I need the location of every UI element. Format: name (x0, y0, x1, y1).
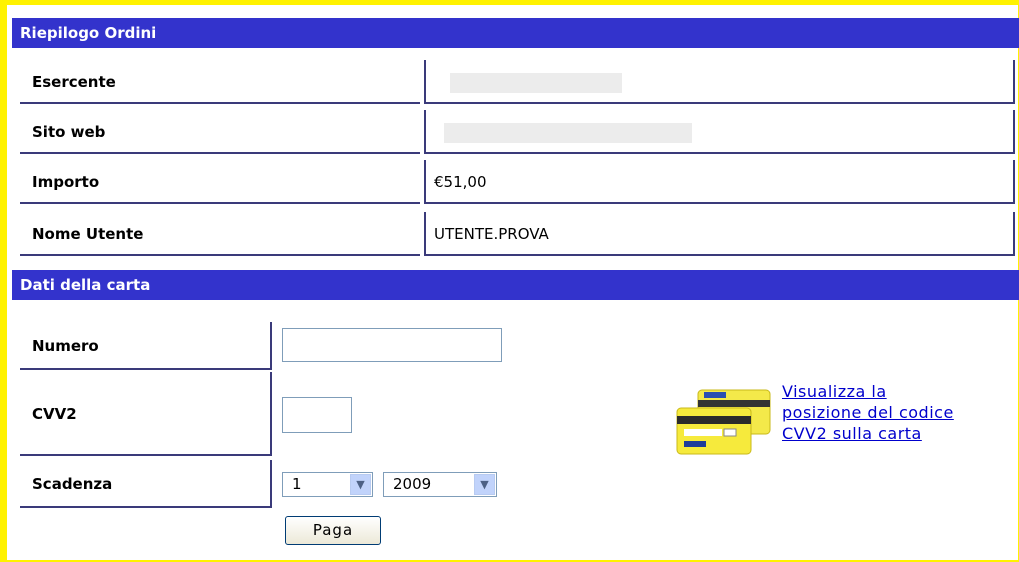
numero-label: Numero (20, 322, 272, 370)
esercente-value (424, 60, 1015, 104)
nome-utente-value: UTENTE.PROVA (424, 212, 1015, 256)
esercente-label: Esercente (20, 60, 420, 104)
year-selected: 2009 (393, 475, 432, 493)
cvv2-label: CVV2 (20, 372, 272, 456)
row-importo: Importo €51,00 (12, 160, 1017, 206)
sito-web-label: Sito web (20, 110, 420, 154)
row-nome-utente: Nome Utente UTENTE.PROVA (12, 212, 1017, 258)
cvv2-link-line-3[interactable]: CVV2 sulla carta (782, 424, 922, 443)
paga-button[interactable]: Paga (285, 516, 381, 545)
credit-card-icon (676, 389, 771, 455)
cvv2-link-line-1[interactable]: Visualizza la (782, 382, 887, 401)
redacted-sito-web (444, 122, 692, 143)
row-esercente: Esercente (12, 60, 1017, 106)
chevron-down-icon[interactable]: ▼ (350, 474, 371, 495)
year-select[interactable]: 2009 ▼ (383, 472, 497, 497)
chevron-down-icon[interactable]: ▼ (474, 474, 495, 495)
sito-web-value (424, 110, 1015, 154)
cvv2-link-line-2[interactable]: posizione del codice (782, 403, 954, 422)
row-sito-web: Sito web (12, 110, 1017, 156)
redacted-esercente (450, 72, 622, 93)
scadenza-label: Scadenza (20, 460, 272, 508)
cvv2-input[interactable] (282, 397, 352, 433)
importo-value: €51,00 (424, 160, 1015, 204)
month-selected: 1 (292, 475, 302, 493)
numero-input[interactable] (282, 328, 502, 362)
importo-label: Importo (20, 160, 420, 204)
nome-utente-label: Nome Utente (20, 212, 420, 256)
cvv2-position-link[interactable]: Visualizza la posizione del codice CVV2 … (782, 381, 954, 444)
carta-header: Dati della carta (12, 270, 1019, 300)
riepilogo-header: Riepilogo Ordini (12, 18, 1019, 48)
month-select[interactable]: 1 ▼ (282, 472, 373, 497)
